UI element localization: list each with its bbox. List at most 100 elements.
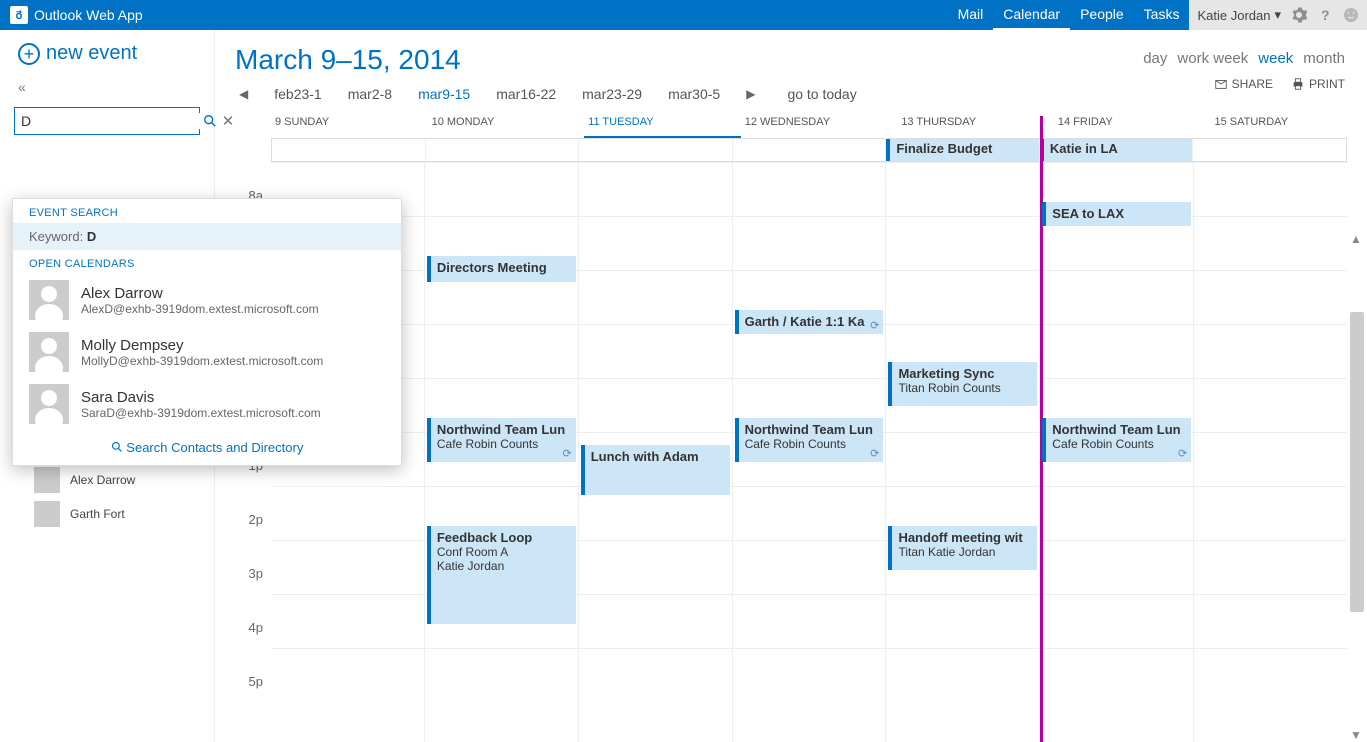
nav-tasks[interactable]: Tasks [1134,0,1190,30]
calendar-grid[interactable]: Directors Meeting Northwind Team Lun Caf… [271,162,1347,742]
week-2[interactable]: mar9-15 [418,86,470,102]
calendar-event[interactable]: Marketing Sync Titan Robin Counts [888,362,1037,406]
print-button[interactable]: PRINT [1291,77,1345,91]
allday-event[interactable]: Katie in LA [1040,139,1193,161]
nav-calendar[interactable]: Calendar [993,0,1070,30]
view-work-week[interactable]: work week [1177,50,1248,67]
dd-person-name: Sara Davis [81,389,321,406]
calendar-event[interactable]: Directors Meeting [427,256,576,282]
calendar-event[interactable]: Handoff meeting wit Titan Katie Jordan [888,526,1037,570]
allday-cell-3[interactable] [733,139,887,161]
event-location: Titan Katie Jordan [898,545,1031,559]
calendar-event[interactable]: Feedback Loop Conf Room A Katie Jordan [427,526,576,624]
event-title: Garth / Katie 1:1 Ka [745,314,878,329]
search-input[interactable] [21,113,202,129]
nav-mail[interactable]: Mail [948,0,994,30]
event-title: Handoff meeting wit [898,530,1031,545]
plus-icon: + [18,43,40,65]
view-day[interactable]: day [1143,50,1167,67]
scroll-down[interactable]: ▼ [1349,728,1363,742]
share-button[interactable]: SHARE [1214,77,1273,91]
allday-row: Finalize BudgetKatie in LA [271,138,1347,162]
scroll-up[interactable]: ▲ [1349,232,1363,246]
day-col-1[interactable]: Directors Meeting Northwind Team Lun Caf… [425,162,579,742]
recurring-icon: ⟳ [563,447,572,460]
allday-cell-5[interactable]: Katie in LA [1040,139,1194,161]
week-5[interactable]: mar30-5 [668,86,720,102]
other-cal-0[interactable]: Alex Darrow [14,463,200,497]
search-dropdown: EVENT SEARCH Keyword: D OPEN CALENDARS A… [12,198,402,466]
svg-text:?: ? [1321,7,1330,23]
day-header-6[interactable]: 15 SATURDAY [1210,116,1367,138]
avatar [34,467,60,493]
go-to-today[interactable]: go to today [787,86,856,102]
search-box: ✕ [14,107,200,135]
day-col-3[interactable]: Garth / Katie 1:1 Ka ⟳ Northwind Team Lu… [733,162,887,742]
day-col-6[interactable] [1194,162,1347,742]
dd-keyword-label: Keyword: [29,229,87,244]
new-event-label: new event [46,42,137,65]
dd-search-directory[interactable]: Search Contacts and Directory [13,430,401,465]
recurring-icon: ⟳ [1178,447,1187,460]
week-3[interactable]: mar16-22 [496,86,556,102]
allday-event[interactable]: Finalize Budget [886,139,1039,161]
nav-people[interactable]: People [1070,0,1134,30]
dd-person-name: Molly Dempsey [81,337,323,354]
scroll-thumb[interactable] [1350,312,1364,612]
week-4[interactable]: mar23-29 [582,86,642,102]
calendar-event[interactable]: SEA to LAX [1042,202,1191,226]
day-col-2[interactable]: Lunch with Adam [579,162,733,742]
day-header-4[interactable]: 13 THURSDAY [897,116,1054,138]
week-1[interactable]: mar2-8 [348,86,392,102]
allday-cell-2[interactable] [579,139,733,161]
gear-icon[interactable] [1291,7,1307,23]
event-location: Titan Robin Counts [898,381,1031,395]
dd-person-email: AlexD@exhb-3919dom.extest.microsoft.com [81,302,319,316]
face-icon[interactable] [1343,7,1359,23]
app-name: Outlook Web App [34,7,143,23]
hour-label: 1p [215,458,271,512]
allday-cell-0[interactable] [272,139,426,161]
dd-person-1[interactable]: Molly Dempsey MollyD@exhb-3919dom.extest… [13,326,401,378]
allday-cell-6[interactable] [1193,139,1346,161]
help-icon[interactable]: ? [1317,7,1333,23]
dd-person-0[interactable]: Alex Darrow AlexD@exhb-3919dom.extest.mi… [13,274,401,326]
calendar-event[interactable]: Northwind Team Lun Cafe Robin Counts ⟳ [735,418,884,462]
outlook-icon: o⃗ [10,6,28,24]
day-header-0[interactable]: 9 SUNDAY [271,116,428,138]
user-menu[interactable]: Katie Jordan ▾ [1197,7,1281,23]
avatar [34,501,60,527]
calendar-event[interactable]: Lunch with Adam [581,445,730,495]
recurring-icon: ⟳ [870,319,879,332]
week-0[interactable]: feb23-1 [274,86,321,102]
day-col-5[interactable]: SEA to LAX Northwind Team Lun Cafe Robin… [1040,162,1194,742]
day-header-1[interactable]: 10 MONDAY [428,116,585,138]
collapse-sidebar[interactable]: « [0,73,214,101]
event-title: Northwind Team Lun [1052,422,1185,437]
dd-open-calendars-header: OPEN CALENDARS [13,250,401,274]
recurring-icon: ⟳ [870,447,879,460]
dd-person-2[interactable]: Sara Davis SaraD@exhb-3919dom.extest.mic… [13,378,401,430]
day-header-3[interactable]: 12 WEDNESDAY [741,116,898,138]
event-title: SEA to LAX [1052,206,1185,221]
calendar-event[interactable]: Northwind Team Lun Cafe Robin Counts ⟳ [1042,418,1191,462]
vertical-scrollbar[interactable]: ▲ ▼ [1349,232,1365,742]
allday-cell-4[interactable]: Finalize Budget [886,139,1040,161]
day-header-2[interactable]: 11 TUESDAY [584,116,741,138]
app-logo[interactable]: o⃗ Outlook Web App [0,6,153,24]
day-header-5[interactable]: 14 FRIDAY [1054,116,1211,138]
day-col-4[interactable]: Marketing Sync Titan Robin Counts Handof… [886,162,1040,742]
view-month[interactable]: month [1303,50,1345,67]
other-cal-1[interactable]: Garth Fort [14,497,200,531]
hour-label: 4p [215,620,271,674]
calendar-event[interactable]: Northwind Team Lun Cafe Robin Counts ⟳ [427,418,576,462]
allday-cell-1[interactable] [426,139,580,161]
calendar-event[interactable]: Garth / Katie 1:1 Ka ⟳ [735,310,884,334]
new-event-button[interactable]: + new event [0,30,214,73]
week-prev[interactable]: ◀ [239,87,248,101]
view-week[interactable]: week [1258,50,1293,67]
hour-label: 2p [215,512,271,566]
hour-label: 5p [215,674,271,728]
dd-keyword-row[interactable]: Keyword: D [13,223,401,250]
week-next[interactable]: ▶ [746,87,755,101]
